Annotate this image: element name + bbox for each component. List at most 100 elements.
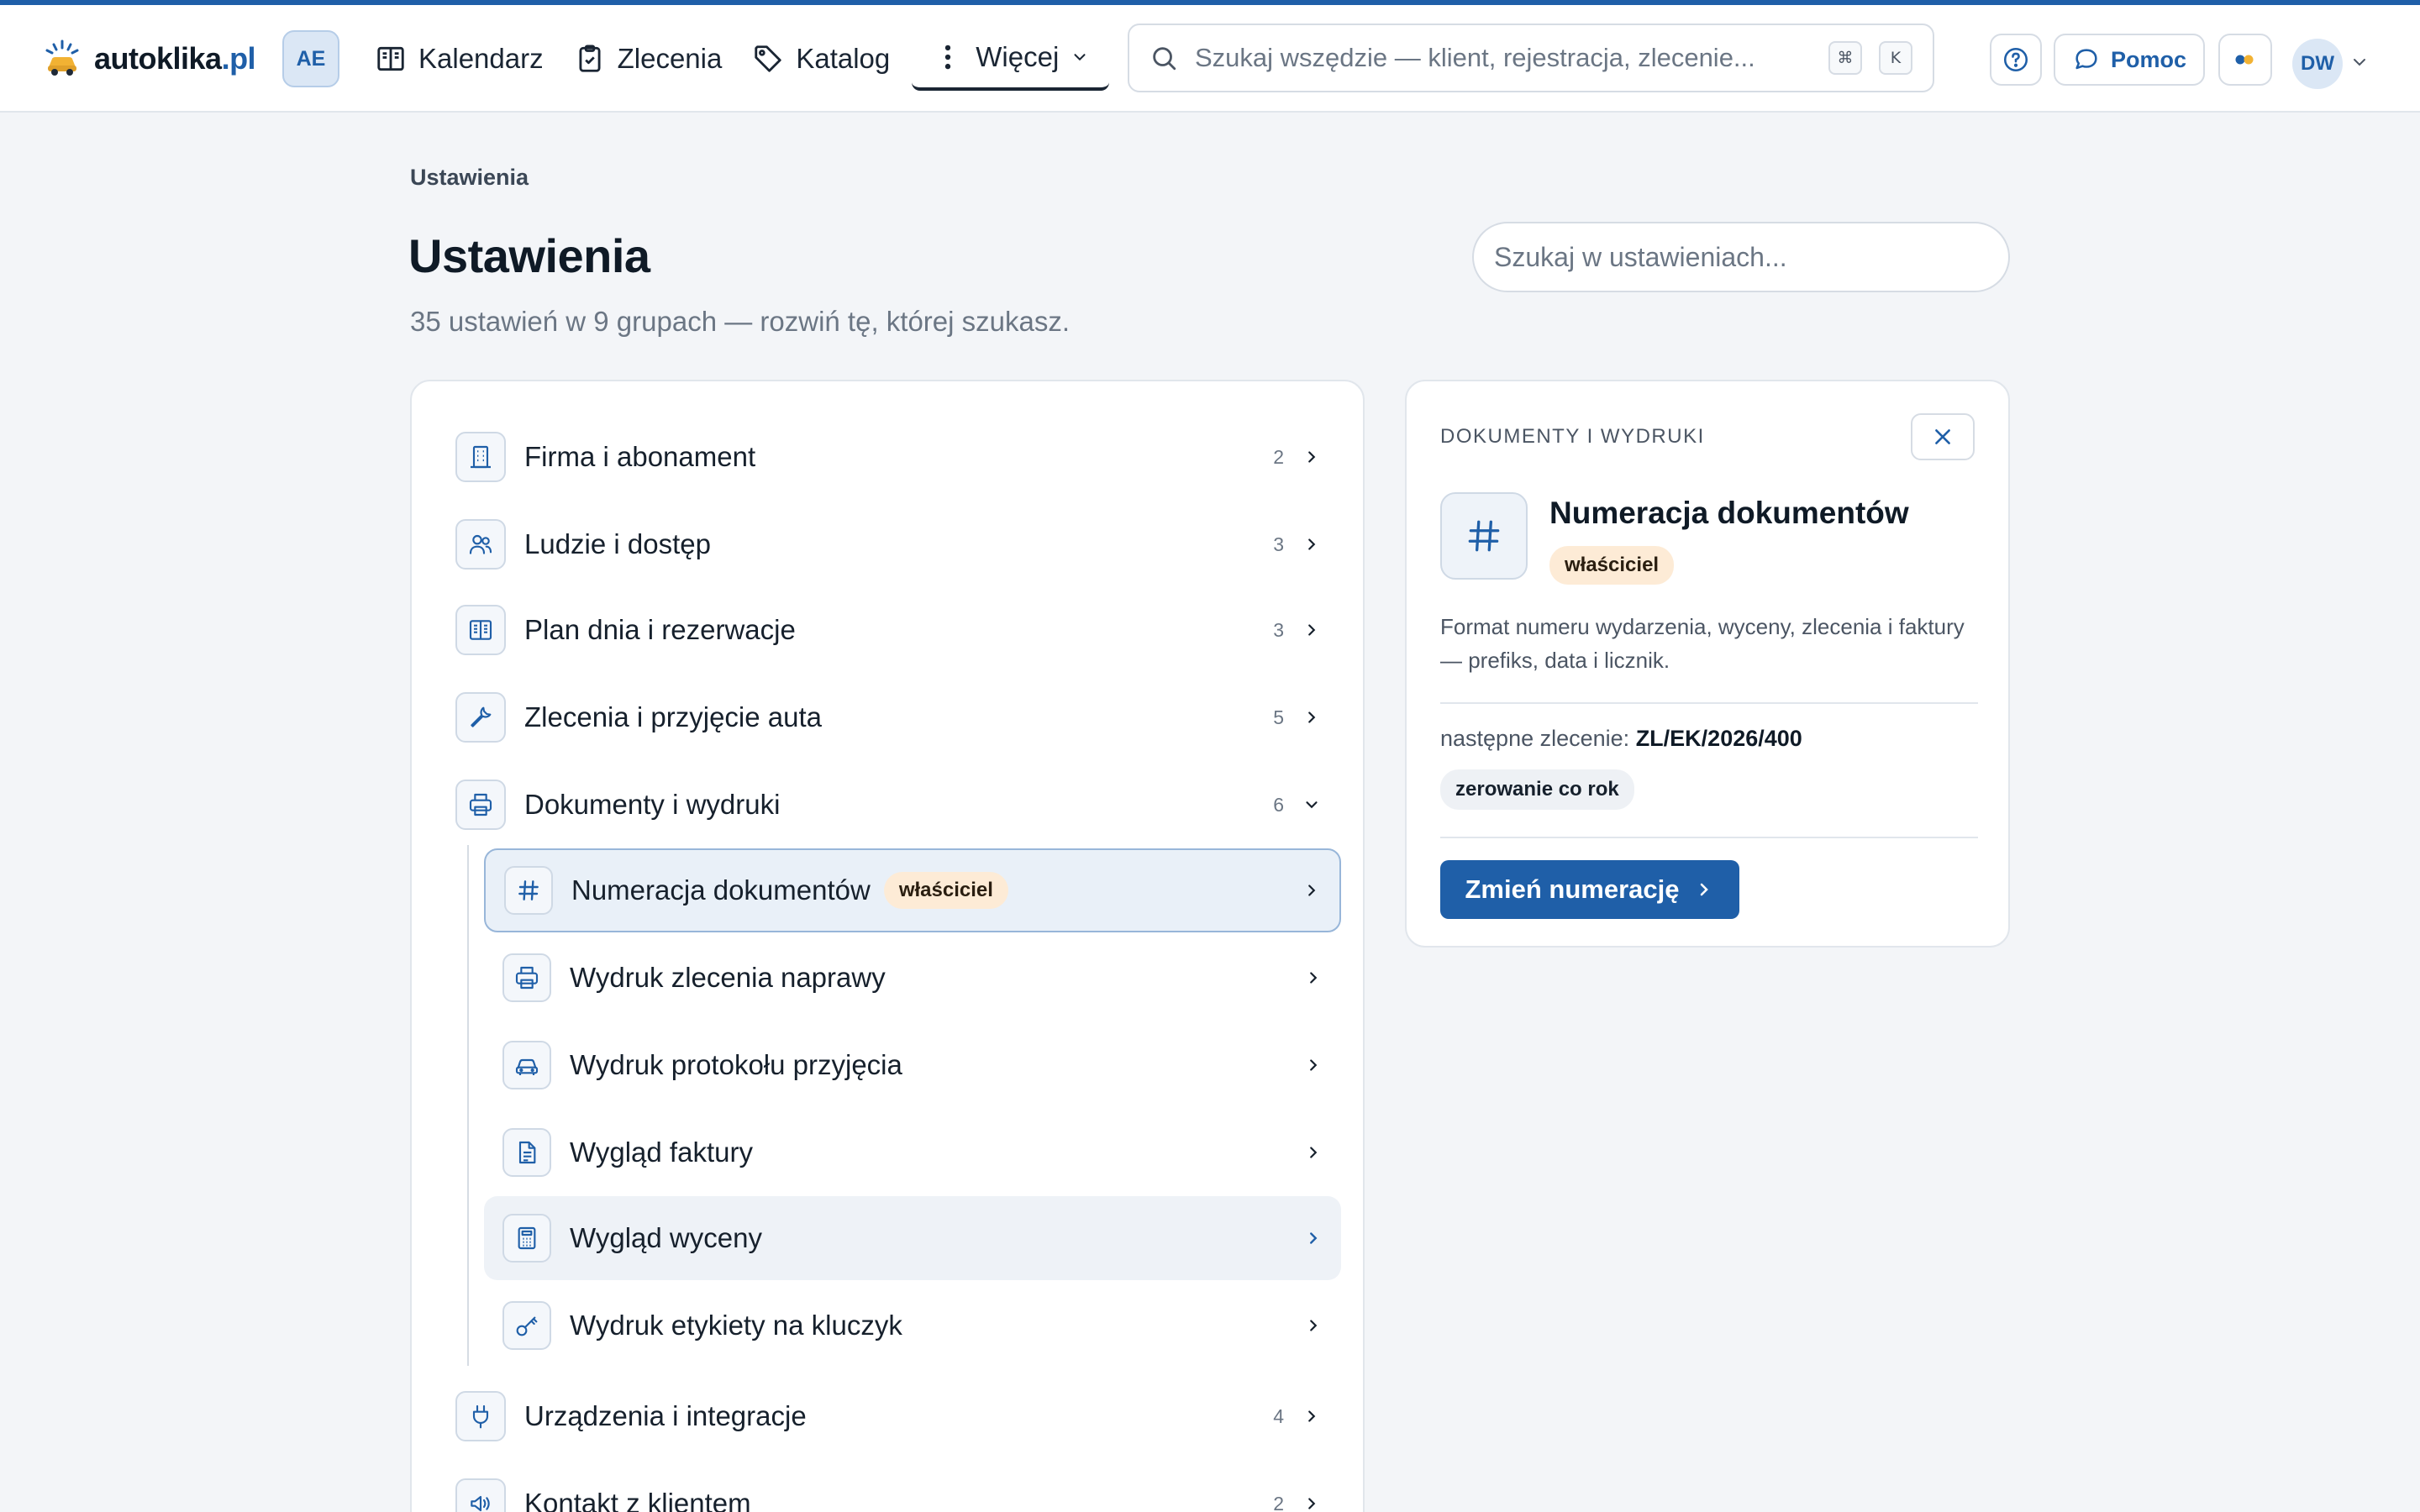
subitem-numeracja-dokumentow[interactable]: Numeracja dokumentów właściciel bbox=[484, 848, 1341, 932]
subitem-icon-box bbox=[502, 1041, 551, 1089]
group-count: 4 bbox=[1273, 1404, 1284, 1427]
group-label: Plan dnia i rezerwacje bbox=[524, 614, 796, 645]
reset-tag: zerowanie co rok bbox=[1440, 769, 1634, 810]
chevron-right-icon bbox=[1310, 972, 1318, 984]
subitem-icon-box bbox=[504, 866, 553, 915]
help-button[interactable] bbox=[1990, 34, 2042, 86]
status-toggle-button[interactable] bbox=[2218, 34, 2272, 86]
group-zlecenia-i-przyjecie[interactable]: Zlecenia i przyjęcie auta 5 bbox=[455, 689, 1321, 746]
close-detail-button[interactable] bbox=[1911, 413, 1975, 460]
group-urzadzenia-i-integracje[interactable]: Urządzenia i integracje 4 bbox=[455, 1388, 1321, 1445]
subitems-rail bbox=[467, 845, 469, 1366]
group-plan-dnia[interactable]: Plan dnia i rezerwacje 3 bbox=[455, 601, 1321, 659]
group-ludzie-i-dostep[interactable]: Ludzie i dostęp 3 bbox=[455, 516, 1321, 573]
subitem-label: Wydruk zlecenia naprawy bbox=[570, 962, 886, 993]
building-icon bbox=[471, 445, 491, 469]
detail-title: Numeracja dokumentów bbox=[1549, 496, 1909, 530]
group-label: Firma i abonament bbox=[524, 441, 756, 472]
subitem-icon-box bbox=[502, 1128, 551, 1177]
group-firma-i-abonament[interactable]: Firma i abonament 2 bbox=[455, 428, 1321, 486]
nav-zlecenia[interactable]: Zlecenia bbox=[566, 27, 731, 91]
nav-label: Więcej bbox=[976, 41, 1060, 72]
question-circle-icon bbox=[2003, 47, 2028, 72]
chevron-right-icon bbox=[1308, 885, 1316, 896]
chevron-right-icon bbox=[1308, 624, 1316, 636]
chevron-right-icon bbox=[1310, 1320, 1318, 1331]
settings-groups-list: Firma i abonament 2 Ludzie i dostęp 3 Pl… bbox=[410, 380, 1365, 1512]
chevron-right-icon bbox=[1308, 538, 1316, 550]
calendar-book-icon bbox=[377, 46, 404, 71]
group-count: 5 bbox=[1273, 706, 1284, 728]
status-dots-icon bbox=[2235, 55, 2254, 65]
subitem-label: Wydruk etykiety na kluczyk bbox=[570, 1310, 902, 1341]
subitem-wydruk-zlecenia-naprawy[interactable]: Wydruk zlecenia naprawy bbox=[484, 936, 1341, 1020]
group-count: 3 bbox=[1273, 533, 1284, 555]
subitem-wydruk-protokolu-przyjecia[interactable]: Wydruk protokołu przyjęcia bbox=[484, 1023, 1341, 1107]
change-numbering-label: Zmień numerację bbox=[1465, 874, 1680, 904]
shortcut-key-cmd: ⌘ bbox=[1828, 41, 1862, 75]
group-icon-box bbox=[455, 1478, 506, 1512]
group-icon-box bbox=[455, 1391, 506, 1441]
subitem-wydruk-etykiety-na-kluczyk[interactable]: Wydruk etykiety na kluczyk bbox=[484, 1284, 1341, 1368]
subitem-icon-box bbox=[502, 953, 551, 1002]
document-icon bbox=[518, 1141, 536, 1164]
user-avatar[interactable]: DW bbox=[2292, 39, 2343, 89]
group-count: 6 bbox=[1273, 793, 1284, 816]
clipboard-icon bbox=[579, 45, 601, 72]
pomoc-button[interactable]: Pomoc bbox=[2054, 34, 2205, 86]
users-icon bbox=[469, 534, 492, 554]
nav-label: Zlecenia bbox=[617, 43, 723, 74]
chat-bubble-icon bbox=[2075, 49, 2097, 70]
global-search-input[interactable] bbox=[1195, 43, 1812, 73]
nav-wiecej[interactable]: Więcej bbox=[912, 27, 1110, 91]
detail-icon-box bbox=[1440, 492, 1528, 580]
chevron-down-icon[interactable] bbox=[2349, 52, 2370, 72]
group-icon-box bbox=[455, 432, 506, 482]
owner-badge: właściciel bbox=[883, 872, 1008, 909]
subitem-label: Numeracja dokumentów bbox=[571, 874, 871, 906]
breadcrumb[interactable]: Ustawienia bbox=[410, 165, 529, 191]
chevron-right-icon bbox=[1308, 711, 1316, 723]
owner-badge: właściciel bbox=[1549, 546, 1675, 585]
page-title: Ustawienia bbox=[408, 229, 650, 282]
global-search[interactable]: ⌘ K bbox=[1128, 24, 1934, 92]
next-number-line: następne zlecenie: ZL/EK/2026/400 bbox=[1440, 726, 1802, 752]
group-icon-box bbox=[455, 780, 506, 830]
subitem-label: Wygląd faktury bbox=[570, 1137, 753, 1168]
main-nav: Kalendarz Zlecenia Katalog Więcej bbox=[366, 27, 1110, 91]
calculator-icon bbox=[518, 1226, 536, 1250]
subitem-icon-box bbox=[502, 1214, 551, 1263]
tag-icon bbox=[755, 45, 782, 72]
hash-icon bbox=[1468, 520, 1500, 552]
chevron-right-icon bbox=[1308, 1410, 1316, 1422]
group-label: Kontakt z klientem bbox=[524, 1488, 751, 1512]
nav-kalendarz[interactable]: Kalendarz bbox=[366, 27, 552, 91]
search-icon bbox=[1153, 47, 1176, 71]
plug-icon bbox=[472, 1404, 489, 1429]
chevron-right-icon bbox=[1310, 1059, 1318, 1071]
car-icon bbox=[515, 1058, 539, 1075]
change-numbering-button[interactable]: Zmień numerację bbox=[1440, 860, 1739, 919]
subitem-icon-box bbox=[502, 1301, 551, 1350]
group-icon-box bbox=[455, 692, 506, 743]
car-sparkle-logo-icon bbox=[45, 39, 79, 76]
detail-description: Format numeru wydarzenia, wyceny, zlecen… bbox=[1440, 614, 1965, 673]
app-logo[interactable]: autoklika.pl bbox=[42, 39, 256, 79]
chevron-right-icon bbox=[1310, 1232, 1318, 1244]
settings-search-input[interactable] bbox=[1472, 222, 2010, 292]
detail-group-name: DOKUMENTY I WYDRUKI bbox=[1440, 425, 1705, 448]
subitem-wyglad-faktury[interactable]: Wygląd faktury bbox=[484, 1110, 1341, 1194]
chevron-down-icon bbox=[1074, 54, 1086, 61]
group-dokumenty-i-wydruki[interactable]: Dokumenty i wydruki 6 bbox=[455, 776, 1321, 833]
divider bbox=[1440, 702, 1978, 704]
nav-katalog[interactable]: Katalog bbox=[744, 27, 898, 91]
next-number-value: ZL/EK/2026/400 bbox=[1635, 726, 1802, 751]
group-label: Dokumenty i wydruki bbox=[524, 789, 781, 820]
workspace-badge[interactable]: AE bbox=[282, 30, 339, 87]
group-kontakt-z-klientem[interactable]: Kontakt z klientem 2 bbox=[455, 1475, 1321, 1512]
next-number-label: następne zlecenie: bbox=[1440, 726, 1630, 751]
subitem-label: Wydruk protokołu przyjęcia bbox=[570, 1049, 902, 1080]
page-subtitle: 35 ustawień w 9 grupach — rozwiń tę, któ… bbox=[410, 306, 1071, 337]
chevron-down-icon bbox=[1306, 801, 1318, 809]
subitem-wyglad-wyceny[interactable]: Wygląd wyceny bbox=[484, 1196, 1341, 1280]
